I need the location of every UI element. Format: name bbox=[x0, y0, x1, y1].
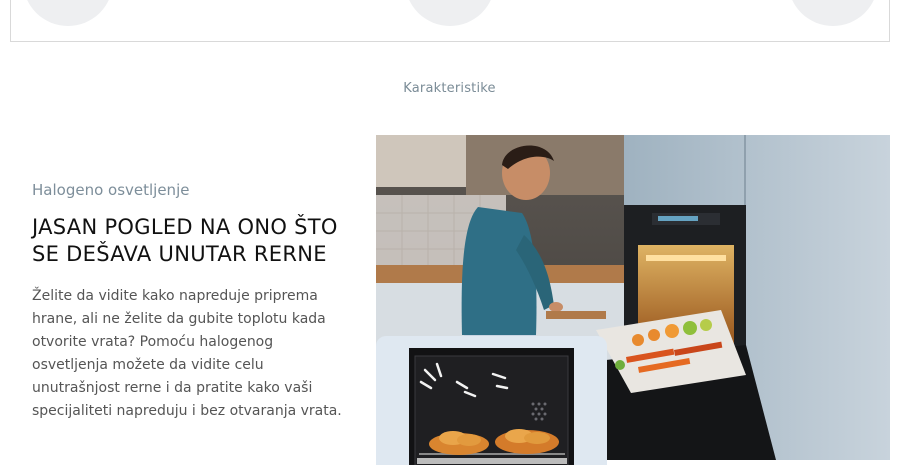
feature-icons-strip bbox=[10, 0, 890, 42]
section-label: Karakteristike bbox=[403, 81, 496, 96]
oven-interior-photo bbox=[409, 348, 574, 465]
feature-headline: JASAN POGLED NA ONO ŠTO SE DEŠAVA UNUTAR… bbox=[32, 215, 338, 266]
feature-eyebrow: Halogeno osvetljenje bbox=[32, 181, 190, 199]
oven-interior-illustration bbox=[409, 348, 574, 465]
feature-icon-circle bbox=[23, 0, 113, 26]
feature-description: Želite da vidite kako napreduje priprema… bbox=[32, 288, 342, 419]
feature-icon-circle bbox=[788, 0, 878, 26]
feature-icon-circle bbox=[405, 0, 495, 26]
oven-closeup-card bbox=[376, 336, 607, 465]
